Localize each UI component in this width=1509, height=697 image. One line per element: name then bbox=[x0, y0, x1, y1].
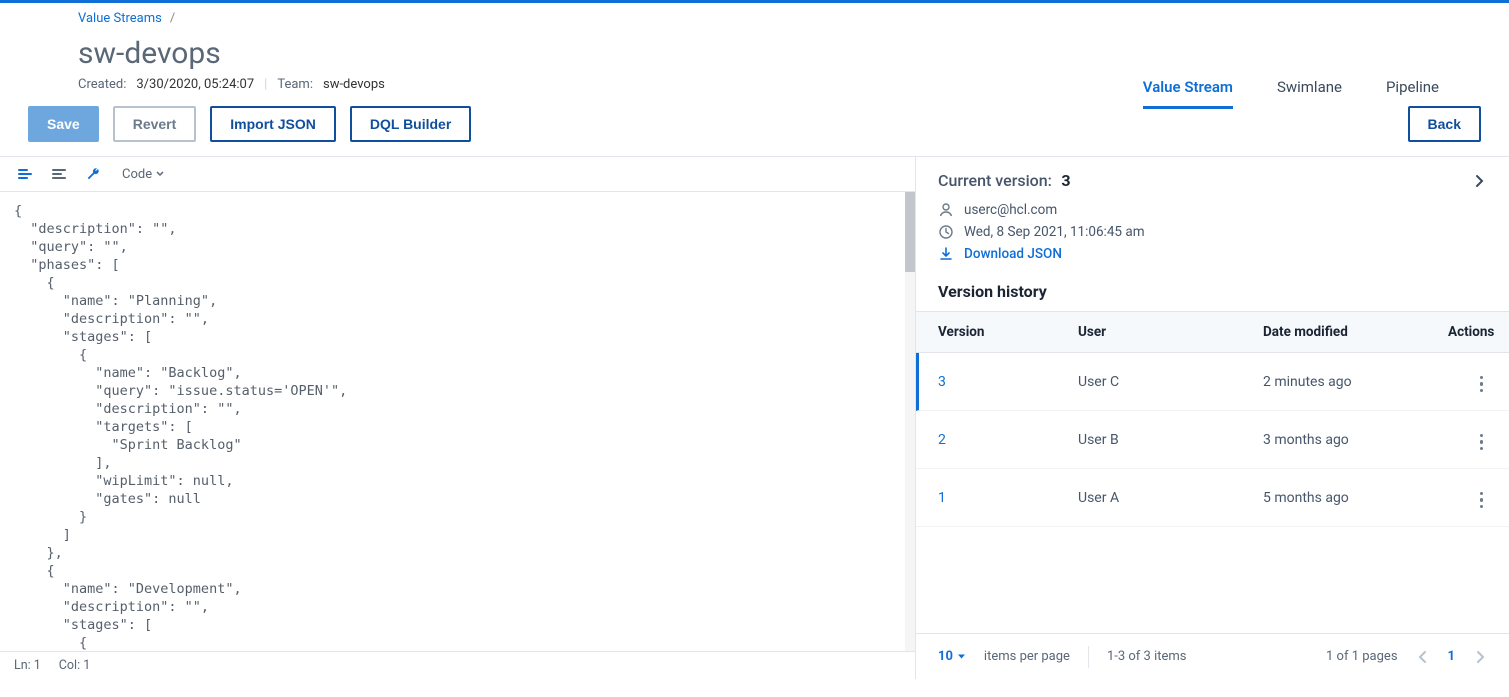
created-label: Created: bbox=[78, 77, 126, 92]
row-actions-icon[interactable] bbox=[1476, 430, 1488, 455]
import-json-button[interactable]: Import JSON bbox=[210, 106, 336, 142]
pagination-range: 1-3 of 3 items bbox=[1107, 649, 1187, 664]
version-row[interactable]: 2 User B 3 months ago bbox=[916, 411, 1509, 469]
pagination: 10 items per page 1-3 of 3 items 1 of 1 … bbox=[916, 633, 1509, 679]
prev-page-icon[interactable] bbox=[1416, 650, 1430, 664]
editor-pane: Code { "description": "", "query": "", "… bbox=[0, 157, 916, 679]
dql-builder-button[interactable]: DQL Builder bbox=[350, 106, 471, 142]
col-actions: Actions bbox=[1448, 324, 1494, 340]
breadcrumb-separator: / bbox=[170, 11, 175, 26]
revert-button[interactable]: Revert bbox=[113, 106, 197, 142]
download-json-label: Download JSON bbox=[964, 246, 1062, 262]
items-per-page-select[interactable]: 10 bbox=[938, 649, 966, 664]
col-date: Date modified bbox=[1263, 324, 1448, 340]
code-editor[interactable]: { "description": "", "query": "", "phase… bbox=[0, 192, 915, 651]
current-version-date: Wed, 8 Sep 2021, 11:06:45 am bbox=[938, 224, 1487, 240]
clock-icon bbox=[938, 224, 954, 240]
pagination-divider bbox=[1088, 646, 1089, 668]
version-date: 3 months ago bbox=[1263, 432, 1448, 448]
scrollbar-thumb[interactable] bbox=[905, 192, 915, 272]
chevron-down-icon bbox=[957, 652, 966, 661]
version-number[interactable]: 1 bbox=[938, 490, 1078, 506]
version-number[interactable]: 3 bbox=[938, 374, 1078, 390]
user-icon bbox=[938, 202, 954, 218]
editor-toolbar: Code bbox=[0, 157, 915, 192]
version-pane: Current version: 3 userc@hcl.com Wed, 8 … bbox=[916, 157, 1509, 679]
version-history-header: Version User Date modified Actions bbox=[916, 311, 1509, 353]
col-version: Version bbox=[938, 324, 1078, 340]
current-page: 1 bbox=[1448, 649, 1455, 664]
version-row[interactable]: 1 User A 5 months ago bbox=[916, 469, 1509, 527]
code-content[interactable]: { "description": "", "query": "", "phase… bbox=[0, 192, 915, 651]
tab-value-stream[interactable]: Value Stream bbox=[1143, 78, 1233, 109]
version-user: User A bbox=[1078, 490, 1263, 506]
row-actions-icon[interactable] bbox=[1476, 372, 1488, 397]
current-version-user: userc@hcl.com bbox=[938, 202, 1487, 218]
pagination-page-info: 1 of 1 pages bbox=[1326, 649, 1398, 664]
version-history-title: Version history bbox=[916, 272, 1509, 311]
version-user: User C bbox=[1078, 374, 1263, 390]
download-json-link[interactable]: Download JSON bbox=[938, 246, 1487, 262]
tab-swimlane[interactable]: Swimlane bbox=[1277, 78, 1342, 109]
row-actions-icon[interactable] bbox=[1476, 488, 1488, 513]
editor-mode-select[interactable]: Code bbox=[122, 167, 164, 182]
items-per-page-value: 10 bbox=[938, 649, 953, 664]
tab-pipeline[interactable]: Pipeline bbox=[1386, 78, 1439, 109]
current-version-header: Current version: 3 bbox=[916, 157, 1509, 202]
page-title: sw-devops bbox=[78, 36, 221, 71]
team-value: sw-devops bbox=[323, 77, 385, 92]
chevron-down-icon bbox=[156, 170, 164, 178]
items-per-page-label: items per page bbox=[984, 649, 1070, 664]
version-date: 2 minutes ago bbox=[1263, 374, 1448, 390]
back-button[interactable]: Back bbox=[1408, 106, 1481, 142]
next-page-icon[interactable] bbox=[1473, 650, 1487, 664]
chevron-right-icon[interactable] bbox=[1473, 174, 1487, 188]
breadcrumb: Value Streams / bbox=[0, 3, 1509, 26]
collapse-icon[interactable] bbox=[48, 163, 70, 185]
current-version-user-email: userc@hcl.com bbox=[964, 202, 1057, 218]
current-version-date-value: Wed, 8 Sep 2021, 11:06:45 am bbox=[964, 224, 1145, 240]
version-row[interactable]: 3 User C 2 minutes ago bbox=[916, 353, 1509, 411]
breadcrumb-root[interactable]: Value Streams bbox=[78, 11, 162, 26]
col-user: User bbox=[1078, 324, 1263, 340]
version-date: 5 months ago bbox=[1263, 490, 1448, 506]
version-user: User B bbox=[1078, 432, 1263, 448]
wrench-icon[interactable] bbox=[82, 163, 104, 185]
version-history-body: 3 User C 2 minutes ago 2 User B 3 months… bbox=[916, 353, 1509, 633]
editor-status-bar: Ln: 1 Col: 1 bbox=[0, 651, 915, 679]
status-ln: Ln: 1 bbox=[14, 658, 41, 673]
save-button[interactable]: Save bbox=[28, 106, 99, 142]
action-toolbar: Save Revert Import JSON DQL Builder Back bbox=[0, 106, 1509, 156]
version-number[interactable]: 2 bbox=[938, 432, 1078, 448]
meta-divider: | bbox=[264, 77, 267, 92]
status-col: Col: 1 bbox=[59, 658, 90, 673]
current-version-label: Current version: bbox=[938, 171, 1052, 190]
created-value: 3/30/2020, 05:24:07 bbox=[136, 77, 254, 92]
current-version-value: 3 bbox=[1061, 171, 1070, 190]
download-icon bbox=[938, 246, 954, 262]
expand-icon[interactable] bbox=[14, 163, 36, 185]
editor-mode-label: Code bbox=[122, 167, 152, 182]
team-label: Team: bbox=[277, 77, 313, 92]
page-tabs: Value Stream Swimlane Pipeline bbox=[1143, 78, 1439, 109]
